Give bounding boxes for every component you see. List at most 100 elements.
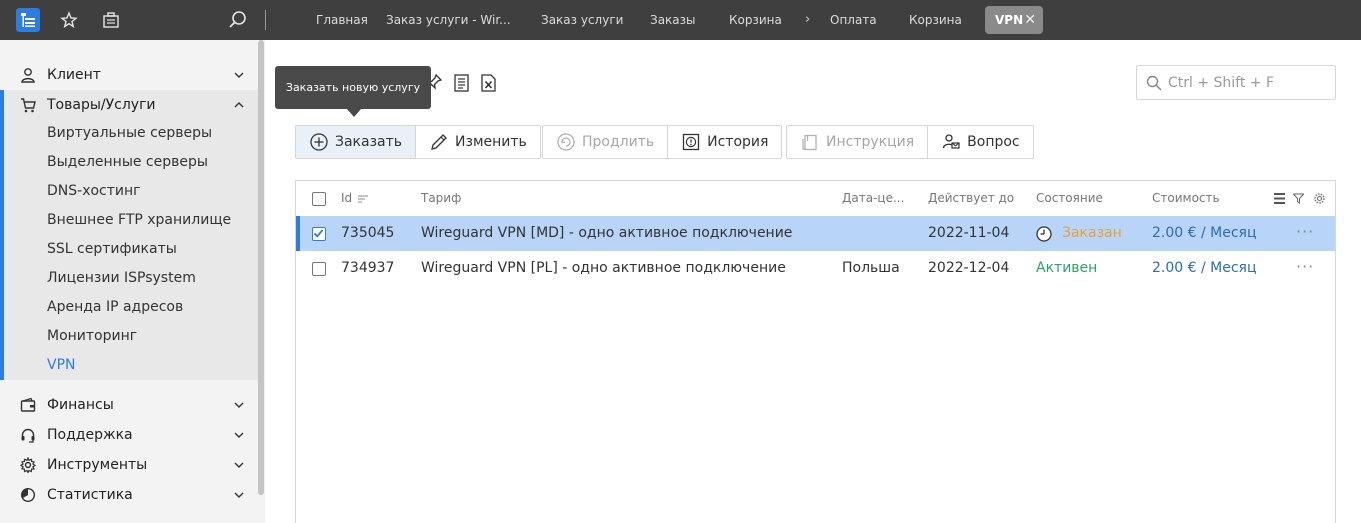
star-icon[interactable] [57,8,81,32]
column-header-id[interactable]: Id [341,181,368,216]
sidebar-item-ssl[interactable]: SSL сертификаты [47,235,177,264]
select-all-checkbox[interactable] [312,192,326,206]
filter-icon[interactable] [1293,193,1304,204]
chevron-down-icon [234,462,244,468]
cell-valid-until: 2022-11-04 [928,225,1010,241]
sidebar-group-label: Инструменты [47,457,148,473]
renew-button[interactable]: Продлить [543,126,667,158]
headset-icon [21,428,35,443]
instruction-icon [802,134,817,151]
breadcrumb-cart[interactable]: Корзина [729,0,782,40]
history-icon [682,133,700,151]
clock-icon [1036,226,1052,242]
table-search [1136,65,1336,100]
chevron-up-icon [234,102,244,108]
breadcrumb-cart-2[interactable]: Корзина [909,0,962,40]
renew-icon [557,133,575,151]
breadcrumb-home[interactable]: Главная [316,0,368,40]
row-checkbox[interactable] [312,262,326,276]
sidebar-group-label: Статистика [47,487,133,503]
breadcrumb-orders[interactable]: Заказы [650,0,696,40]
order-button-label: Заказать [335,134,403,150]
briefcase-icon[interactable] [99,8,123,32]
row-checkbox[interactable] [312,227,326,241]
tooltip-order-new-service: Заказать новую услугу [275,66,431,117]
cell-id: 735045 [341,225,395,241]
sidebar-group-products[interactable]: Товары/Услуги [0,90,258,120]
sidebar-item-dedicated-servers[interactable]: Выделенные серверы [47,148,208,177]
chevron-down-icon [234,492,244,498]
row-menu-icon[interactable]: ··· [1296,216,1314,248]
table-row[interactable]: 735045 Wireguard VPN [MD] - одно активно… [296,216,1335,251]
top-bar: Главная Заказ услуги - Wir... Заказ услу… [0,0,1361,40]
search-icon [1146,75,1162,91]
support-person-icon [943,134,960,149]
history-button[interactable]: История [667,126,781,158]
history-button-label: История [707,134,769,150]
instruction-button[interactable]: Инструкция [787,126,927,158]
breadcrumb-payment[interactable]: Оплата [830,0,877,40]
tab-vpn[interactable]: VPN ✕ [985,6,1043,34]
gear-icon[interactable] [1314,193,1325,204]
wallet-icon [20,397,36,412]
column-header-cost[interactable]: Стоимость [1152,181,1220,216]
toolbar-group-main: Заказать Изменить [295,125,541,159]
app-menu-icon[interactable] [16,8,40,32]
list-document-icon[interactable] [452,73,470,93]
sidebar-group-statistics[interactable]: Статистика [0,480,258,510]
cell-status: Активен [1036,260,1098,276]
toolbar-group-help: Инструкция Вопрос [786,125,1034,159]
cell-id: 734937 [341,260,395,276]
edit-button[interactable]: Изменить [415,126,540,158]
sort-icon [357,195,368,202]
sidebar-group-support[interactable]: Поддержка [0,420,258,450]
renew-button-label: Продлить [582,134,655,150]
gear-icon [20,457,36,473]
close-tab-icon[interactable]: ✕ [1024,6,1036,34]
cell-cost[interactable]: 2.00 € / Месяц [1152,251,1257,286]
topbar-divider [265,10,266,30]
sidebar-active-indicator [0,90,4,380]
search-input[interactable] [1168,72,1328,94]
sidebar-item-ispsystem-licenses[interactable]: Лицензии ISPsystem [47,264,196,293]
sidebar-item-monitoring[interactable]: Мониторинг [47,322,137,351]
sidebar-item-vpn[interactable]: VPN [47,351,76,380]
sidebar-item-ip-rent[interactable]: Аренда IP адресов [47,293,183,322]
sidebar-item-virtual-servers[interactable]: Виртуальные серверы [47,119,212,148]
table-row[interactable]: 734937 Wireguard VPN [PL] - одно активно… [296,251,1335,286]
cell-cost[interactable]: 2.00 € / Месяц [1152,216,1257,251]
breadcrumb-order-service[interactable]: Заказ услуги [541,0,623,40]
sidebar-scrollbar[interactable] [258,40,264,495]
chevron-down-icon [234,72,244,78]
chevron-down-icon [234,402,244,408]
row-menu-icon[interactable]: ··· [1296,251,1314,283]
column-settings-icon[interactable] [1274,193,1285,204]
question-button[interactable]: Вопрос [927,126,1032,158]
cell-status: Заказан [1062,225,1122,241]
sidebar-item-ftp-storage[interactable]: Внешнее FTP хранилище [47,206,231,235]
user-icon [21,68,35,83]
order-button[interactable]: Заказать [296,126,416,158]
sidebar-group-label: Поддержка [47,427,133,443]
services-table: Id Тариф Дата-це... Действует до Состоян… [295,180,1336,523]
toolbar-group-service: Продлить История [542,125,783,159]
sidebar-group-finance[interactable]: Финансы [0,390,258,420]
column-header-datacenter[interactable]: Дата-це... [842,181,904,216]
sidebar-group-label: Клиент [47,67,101,83]
sidebar-item-dns-hosting[interactable]: DNS-хостинг [47,177,141,206]
column-header-status[interactable]: Состояние [1036,181,1103,216]
edit-button-label: Изменить [455,134,527,150]
chevron-down-icon [234,432,244,438]
excel-export-icon[interactable] [479,73,497,93]
cart-icon [21,98,36,113]
column-header-tariff[interactable]: Тариф [421,181,461,216]
sidebar-group-tools[interactable]: Инструменты [0,450,258,480]
sidebar-group-client[interactable]: Клиент [0,60,258,90]
sidebar-group-label: Финансы [47,397,114,413]
sidebar-group-label: Товары/Услуги [47,97,156,113]
breadcrumb-chevron-icon: › [805,12,811,27]
search-icon[interactable] [226,8,250,32]
breadcrumb-order-wireguard[interactable]: Заказ услуги - Wir... [386,0,511,40]
column-header-valid-until[interactable]: Действует до [928,181,1014,216]
cell-tariff: Wireguard VPN [PL] - одно активное подкл… [421,260,786,276]
